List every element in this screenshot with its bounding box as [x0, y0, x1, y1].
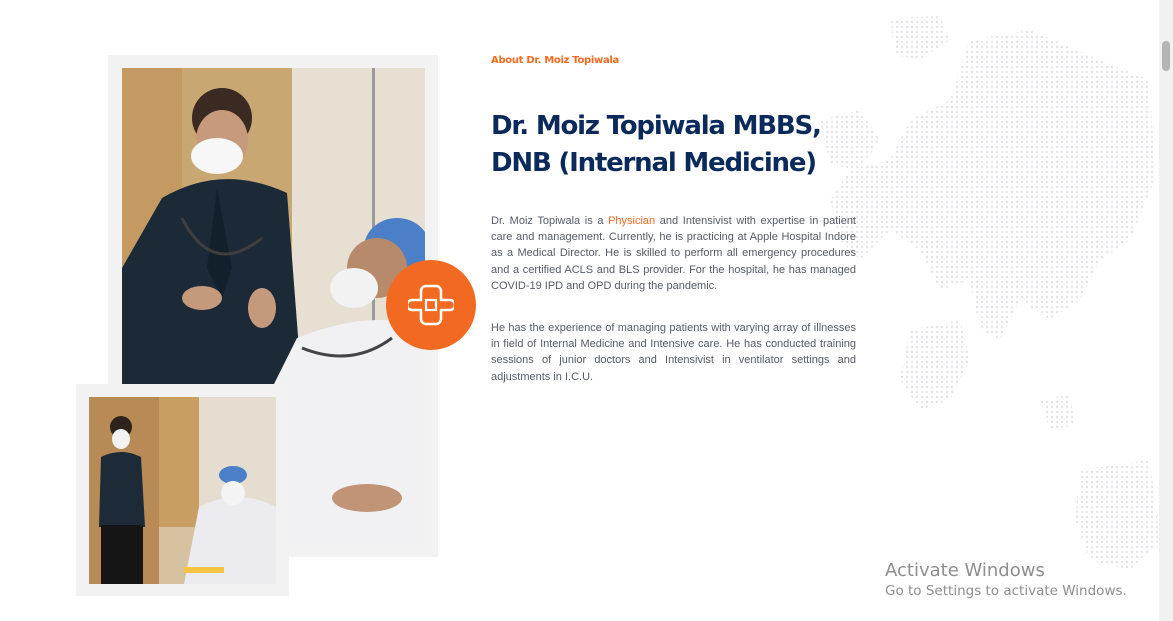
world-map-background [820, 16, 1160, 570]
medical-cross-badge [386, 260, 476, 350]
title-line-1: Dr. Moiz Topiwala MBBS, [491, 111, 822, 141]
bio-paragraph-1-start: Dr. Moiz Topiwala is a [491, 215, 609, 227]
doctor-with-patient-small-photo [89, 397, 276, 584]
bio-paragraph-1: Dr. Moiz Topiwala is a Physician and Int… [491, 213, 856, 294]
page-title: Dr. Moiz Topiwala MBBS, DNB (Internal Me… [491, 108, 851, 182]
medical-cross-icon [408, 284, 454, 326]
bio-paragraph-2: He has the experience of managing patien… [491, 322, 856, 383]
physician-link[interactable]: Physician [608, 215, 655, 227]
title-line-2: DNB (Internal Medicine) [491, 148, 817, 178]
vertical-scrollbar[interactable] [1159, 0, 1173, 621]
scrollbar-thumb[interactable] [1162, 41, 1170, 71]
page: About Dr. Moiz Topiwala Dr. Moiz Topiwal… [0, 0, 1173, 621]
activate-windows-title: Activate Windows [885, 560, 1045, 581]
section-eyebrow: About Dr. Moiz Topiwala [491, 55, 619, 66]
activate-windows-subtitle: Go to Settings to activate Windows. [885, 583, 1127, 599]
activate-windows-watermark: Activate Windows Go to Settings to activ… [885, 560, 1127, 600]
